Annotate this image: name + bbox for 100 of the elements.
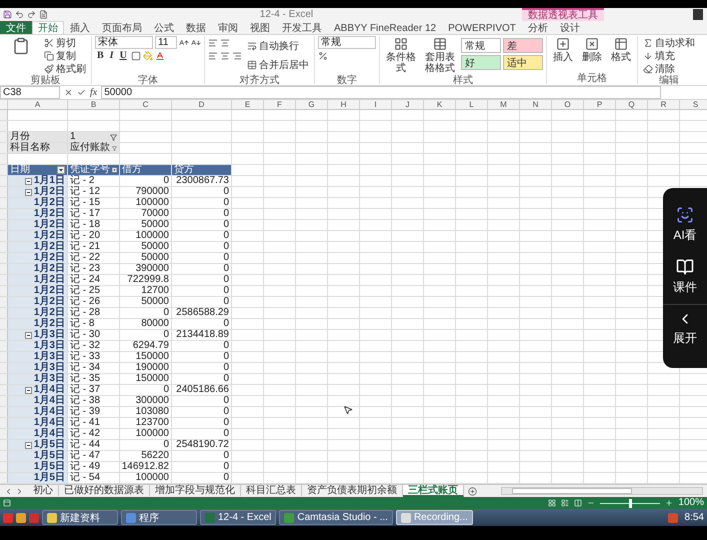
taskbar-button[interactable]: Camtasia Studio - ... [279, 510, 393, 525]
column-header[interactable]: Q [616, 100, 648, 109]
column-header[interactable]: S [680, 100, 707, 109]
column-header[interactable]: N [520, 100, 552, 109]
debit-cell: 190000 [120, 363, 172, 373]
ribbon-command[interactable]: 条件格式 [383, 36, 419, 75]
ribbon-command[interactable]: 剪切 [42, 36, 88, 49]
credit-cell: 0 [172, 187, 232, 197]
font-size-field[interactable]: 11 [155, 36, 177, 49]
filter-cell[interactable]: 应付账款 [68, 143, 120, 153]
ribbon-command[interactable]: 复制 [42, 49, 88, 62]
credit-cell: 0 [172, 396, 232, 406]
ribbon-tab[interactable]: 数据 [180, 21, 212, 34]
number-format-field[interactable]: 常规 [318, 36, 376, 49]
collapse-icon[interactable] [24, 188, 32, 196]
collapse-icon[interactable] [24, 442, 32, 448]
command-icon [433, 37, 447, 51]
taskbar-button[interactable]: 12-4 - Excel [200, 510, 276, 525]
font-name-field[interactable]: 宋体 [95, 36, 153, 49]
taskbar-button[interactable]: 程序 [121, 510, 197, 525]
font-style-button[interactable]: U [118, 49, 129, 62]
font-style-button[interactable]: B [95, 49, 106, 62]
cell-style-swatch[interactable]: 差 [503, 38, 543, 53]
ribbon-tab[interactable]: 视图 [244, 21, 276, 34]
column-header[interactable]: O [552, 100, 584, 109]
column-header[interactable]: A [8, 100, 68, 109]
column-header[interactable]: C [120, 100, 172, 109]
ribbon-tab[interactable]: 公式 [148, 21, 180, 34]
taskbar-button[interactable]: 新建资料 [42, 510, 118, 525]
credit-cell: 0 [172, 341, 232, 351]
column-header[interactable]: E [232, 100, 264, 109]
horizontal-scrollbar[interactable] [501, 487, 703, 495]
filter-dropdown-icon[interactable] [57, 166, 65, 174]
font-style-button[interactable]: I [108, 49, 116, 62]
side-panel-button[interactable]: 课件 [663, 252, 707, 302]
voucher-cell: 记 - 34 [68, 363, 120, 373]
filter-cell[interactable]: 1 [68, 132, 120, 142]
ribbon-tab[interactable]: 页面布局 [96, 21, 148, 34]
column-header[interactable]: L [456, 100, 488, 109]
voucher-cell: 记 - 25 [68, 286, 120, 296]
cell-style-swatch[interactable]: 适中 [503, 55, 543, 70]
credit-cell: 0 [172, 275, 232, 285]
collapse-icon[interactable] [24, 178, 32, 184]
ribbon-tab[interactable]: 审阅 [212, 21, 244, 34]
collapse-icon[interactable] [24, 386, 32, 394]
command-icon [44, 50, 54, 60]
ribbon-tab[interactable]: POWERPIVOT [442, 21, 522, 34]
column-header[interactable]: H [328, 100, 360, 109]
app-icon [284, 512, 294, 522]
column-header[interactable]: G [296, 100, 328, 109]
ribbon-command[interactable]: 清除 [641, 62, 697, 75]
column-header[interactable]: I [360, 100, 392, 109]
filter-dropdown-icon[interactable] [112, 166, 117, 174]
ribbon-tab[interactable]: 开发工具 [276, 21, 328, 34]
collapse-icon[interactable] [24, 332, 32, 338]
ribbon-tab[interactable]: 分析 [522, 21, 554, 34]
grow-font-icon [179, 38, 189, 48]
column-header[interactable]: D [172, 100, 232, 109]
voucher-cell: 记 - 54 [68, 473, 120, 483]
ribbon-command[interactable]: 填充 [641, 49, 697, 62]
side-panel-button[interactable]: 展开 [663, 304, 707, 353]
zoom-slider-thumb[interactable] [629, 498, 632, 508]
ribbon-command[interactable]: 自动换行 [245, 39, 311, 52]
sheet-tab[interactable]: 三栏式账页 [403, 485, 464, 497]
ribbon-command[interactable]: 合并后居中 [245, 58, 311, 72]
insert-function-button[interactable]: fx [90, 87, 98, 98]
formula-field[interactable]: 50000 [101, 86, 662, 99]
group-label: 数字 [336, 75, 358, 86]
ribbon-command[interactable]: 插入 [550, 36, 576, 73]
document-icon [39, 10, 48, 19]
ribbon-tab[interactable]: 设计 [554, 21, 586, 34]
column-header[interactable]: K [424, 100, 456, 109]
ribbon-tab[interactable]: 开始 [32, 21, 64, 34]
ribbon-tab[interactable]: 插入 [64, 21, 96, 34]
ribbon-command[interactable]: 自动求和 [641, 36, 697, 49]
cell-style-swatch[interactable]: 常规 [461, 38, 501, 53]
voucher-cell: 记 - 23 [68, 264, 120, 274]
debit-cell: 80000 [120, 319, 172, 329]
credit-cell: 0 [172, 418, 232, 428]
side-panel-button[interactable]: AI看 [663, 200, 707, 250]
ribbon-command[interactable]: 套用表格格式 [422, 36, 458, 75]
ribbon-tab[interactable]: ABBYY FineReader 12 [328, 21, 442, 34]
voucher-cell: 记 - 28 [68, 308, 120, 318]
ribbon-command[interactable]: 格式刷 [42, 62, 88, 75]
ribbon-command[interactable]: 格式 [608, 36, 634, 73]
date-label: 1月4日 [34, 396, 65, 406]
column-header[interactable]: B [68, 100, 120, 109]
credit-cell: 0 [172, 209, 232, 219]
cell-style-swatch[interactable]: 好 [461, 55, 501, 70]
column-header[interactable]: M [488, 100, 520, 109]
column-header[interactable]: P [584, 100, 616, 109]
column-header[interactable]: F [264, 100, 296, 109]
column-header[interactable]: R [648, 100, 680, 109]
ribbon-tab[interactable]: 文件 [0, 21, 32, 34]
name-box[interactable]: C38 [0, 86, 60, 99]
ribbon-command[interactable]: 删除 [579, 36, 605, 73]
voucher-cell: 记 - 8 [68, 319, 120, 329]
filter-value: 应付账款 [70, 143, 110, 153]
column-header[interactable]: J [392, 100, 424, 109]
cancel-icon [64, 88, 73, 97]
